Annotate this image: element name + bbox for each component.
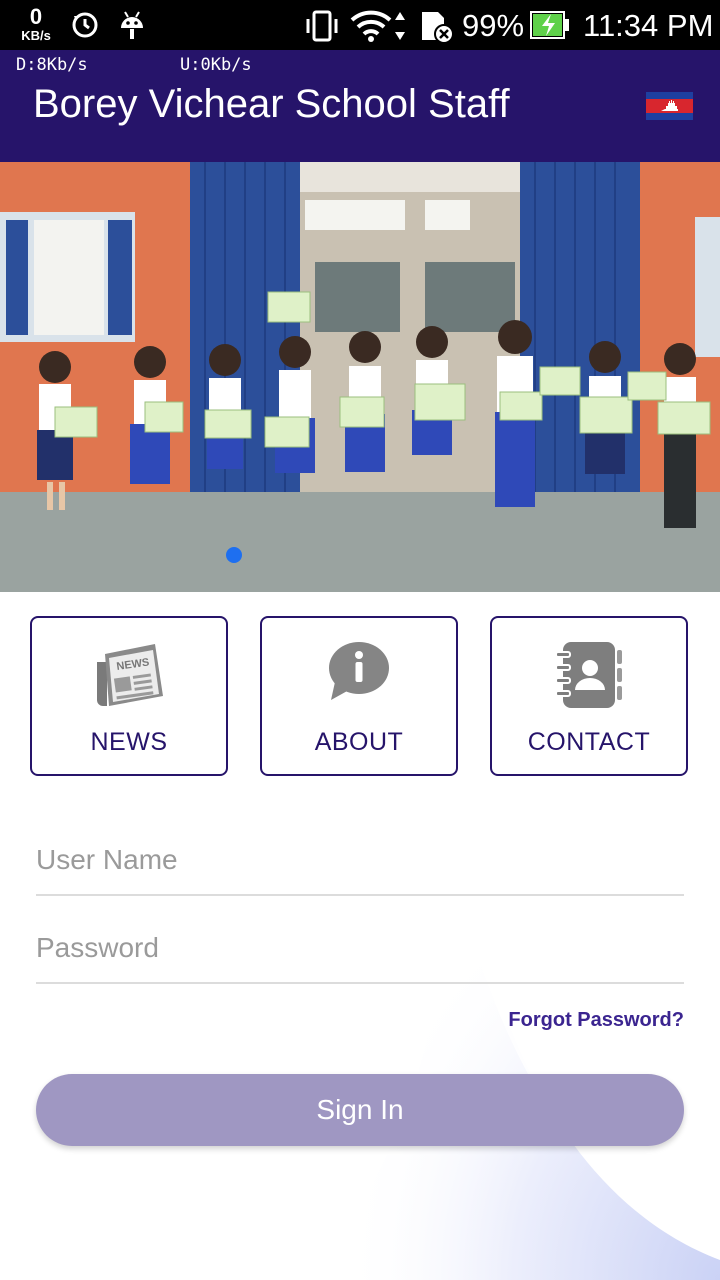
username-input[interactable]	[36, 826, 684, 896]
sd-card-error-icon	[422, 12, 454, 44]
news-tile-label: NEWS	[90, 728, 168, 756]
battery-charging-icon	[530, 11, 569, 39]
upload-speed: U:0Kb/s	[180, 55, 252, 75]
status-bar: 0 KB/s 99% 11:34 PM	[0, 0, 720, 50]
info-bubble-icon	[329, 642, 389, 700]
clock: 11:34 PM	[583, 8, 714, 43]
banner-carousel[interactable]	[0, 162, 720, 592]
newspaper-icon: NEWS	[97, 644, 163, 706]
battery-percentage: 99%	[462, 8, 525, 43]
network-speed-value: 0	[29, 4, 43, 29]
app-title: Borey Vichear School Staff	[33, 82, 510, 126]
about-tile-button[interactable]: ABOUT	[260, 616, 458, 776]
carousel-indicator-dot[interactable]	[226, 547, 242, 563]
news-tile-button[interactable]: NEWS NEWS	[30, 616, 228, 776]
download-speed: D:8Kb/s	[16, 55, 88, 75]
network-speed-indicator: 0 KB/s	[16, 4, 56, 43]
vibrate-icon	[306, 10, 338, 42]
sign-in-button[interactable]: Sign In	[36, 1074, 684, 1146]
android-icon	[121, 11, 143, 39]
about-tile-label: ABOUT	[314, 728, 404, 756]
wifi-icon	[350, 10, 392, 42]
data-arrows-icon	[395, 12, 405, 40]
network-speed-unit: KB/s	[21, 28, 51, 43]
sync-icon	[72, 12, 98, 38]
contact-tile-button[interactable]: CONTACT	[490, 616, 688, 776]
app-bar: D:8Kb/s U:0Kb/s Borey Vichear School Sta…	[0, 50, 720, 162]
contact-tile-label: CONTACT	[527, 728, 651, 756]
contact-book-icon	[555, 642, 622, 708]
password-input[interactable]	[36, 914, 684, 984]
class-photo-image	[0, 162, 720, 592]
forgot-password-link[interactable]: Forgot Password?	[508, 1009, 684, 1032]
cambodia-flag-icon[interactable]	[646, 92, 693, 120]
